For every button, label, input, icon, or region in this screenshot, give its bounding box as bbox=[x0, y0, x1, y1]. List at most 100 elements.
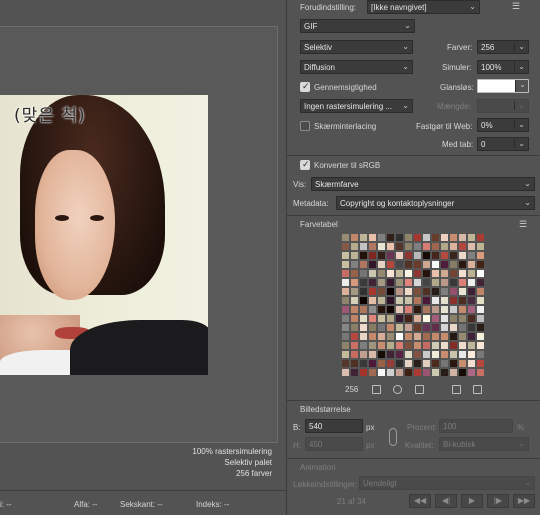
color-swatch[interactable] bbox=[458, 287, 467, 296]
color-swatch[interactable] bbox=[413, 323, 422, 332]
color-swatch[interactable] bbox=[368, 341, 377, 350]
color-swatch[interactable] bbox=[440, 287, 449, 296]
color-swatch[interactable] bbox=[368, 233, 377, 242]
color-swatch[interactable] bbox=[404, 323, 413, 332]
view-dropdown[interactable]: Skærmfarve ⌄ bbox=[311, 177, 535, 191]
width-input[interactable]: 540 bbox=[305, 419, 363, 433]
color-swatch[interactable] bbox=[449, 278, 458, 287]
color-swatch[interactable] bbox=[350, 260, 359, 269]
srgb-checkbox[interactable] bbox=[300, 159, 310, 170]
color-swatch[interactable] bbox=[395, 251, 404, 260]
color-swatch[interactable] bbox=[458, 341, 467, 350]
color-swatch[interactable] bbox=[341, 332, 350, 341]
color-swatch[interactable] bbox=[368, 350, 377, 359]
color-swatch[interactable] bbox=[386, 296, 395, 305]
color-swatch[interactable] bbox=[422, 332, 431, 341]
color-swatch[interactable] bbox=[458, 233, 467, 242]
color-swatch[interactable] bbox=[476, 359, 485, 368]
percent-input[interactable]: 100 bbox=[439, 419, 513, 433]
color-swatch[interactable] bbox=[377, 233, 386, 242]
color-swatch[interactable] bbox=[458, 260, 467, 269]
color-swatch[interactable] bbox=[350, 323, 359, 332]
color-swatch[interactable] bbox=[458, 278, 467, 287]
color-swatch[interactable] bbox=[467, 251, 476, 260]
play-button[interactable]: ▶ bbox=[461, 494, 483, 508]
color-swatch[interactable] bbox=[422, 296, 431, 305]
color-swatch[interactable] bbox=[476, 296, 485, 305]
color-swatch[interactable] bbox=[350, 242, 359, 251]
color-swatch[interactable] bbox=[386, 287, 395, 296]
color-swatch[interactable] bbox=[467, 332, 476, 341]
color-swatch[interactable] bbox=[440, 332, 449, 341]
transparency-checkbox[interactable] bbox=[300, 81, 310, 92]
color-swatch[interactable] bbox=[341, 242, 350, 251]
color-swatch[interactable] bbox=[413, 269, 422, 278]
color-swatch[interactable] bbox=[413, 233, 422, 242]
color-swatch[interactable] bbox=[440, 278, 449, 287]
color-swatch[interactable] bbox=[404, 314, 413, 323]
color-swatch[interactable] bbox=[476, 323, 485, 332]
color-swatch[interactable] bbox=[395, 323, 404, 332]
color-swatch[interactable] bbox=[341, 233, 350, 242]
color-swatch[interactable] bbox=[476, 242, 485, 251]
color-swatch[interactable] bbox=[431, 296, 440, 305]
color-swatch[interactable] bbox=[449, 287, 458, 296]
color-swatch[interactable] bbox=[377, 332, 386, 341]
color-swatch[interactable] bbox=[467, 296, 476, 305]
color-swatch[interactable] bbox=[422, 341, 431, 350]
color-swatch[interactable] bbox=[449, 305, 458, 314]
color-swatch[interactable] bbox=[386, 260, 395, 269]
color-swatch[interactable] bbox=[350, 341, 359, 350]
color-swatch[interactable] bbox=[422, 260, 431, 269]
color-swatch[interactable] bbox=[359, 278, 368, 287]
color-swatch[interactable] bbox=[467, 278, 476, 287]
color-swatch[interactable] bbox=[413, 242, 422, 251]
color-swatch[interactable] bbox=[395, 359, 404, 368]
new-color-icon[interactable] bbox=[452, 385, 461, 394]
color-swatch[interactable] bbox=[467, 314, 476, 323]
map-color-icon[interactable] bbox=[372, 385, 381, 394]
color-swatch[interactable] bbox=[341, 368, 350, 377]
color-swatch[interactable] bbox=[359, 341, 368, 350]
color-swatch[interactable] bbox=[431, 305, 440, 314]
color-swatch[interactable] bbox=[368, 287, 377, 296]
color-swatch[interactable] bbox=[359, 368, 368, 377]
color-swatch[interactable] bbox=[422, 278, 431, 287]
color-swatch[interactable] bbox=[431, 251, 440, 260]
color-swatch[interactable] bbox=[395, 341, 404, 350]
color-swatch[interactable] bbox=[359, 359, 368, 368]
color-swatch[interactable] bbox=[377, 368, 386, 377]
color-swatch[interactable] bbox=[386, 278, 395, 287]
color-swatch[interactable] bbox=[413, 296, 422, 305]
color-swatch[interactable] bbox=[395, 332, 404, 341]
color-swatch[interactable] bbox=[449, 341, 458, 350]
color-swatch[interactable] bbox=[467, 350, 476, 359]
color-swatch[interactable] bbox=[467, 269, 476, 278]
color-swatch[interactable] bbox=[386, 251, 395, 260]
color-swatch[interactable] bbox=[449, 350, 458, 359]
color-swatch[interactable] bbox=[440, 359, 449, 368]
color-swatch[interactable] bbox=[359, 233, 368, 242]
color-swatch[interactable] bbox=[476, 269, 485, 278]
color-swatch[interactable] bbox=[422, 359, 431, 368]
color-swatch[interactable] bbox=[476, 350, 485, 359]
web-shift-icon[interactable] bbox=[393, 385, 402, 394]
color-swatch[interactable] bbox=[404, 341, 413, 350]
preview-image[interactable]: (맞은 척) bbox=[0, 95, 208, 375]
color-swatch[interactable] bbox=[458, 296, 467, 305]
color-swatch[interactable] bbox=[386, 242, 395, 251]
color-swatch[interactable] bbox=[440, 233, 449, 242]
color-swatch[interactable] bbox=[422, 350, 431, 359]
color-swatch[interactable] bbox=[449, 323, 458, 332]
color-swatch[interactable] bbox=[350, 314, 359, 323]
color-swatch[interactable] bbox=[377, 278, 386, 287]
preset-dropdown[interactable]: [Ikke navngivet] ⌄ bbox=[367, 0, 480, 14]
color-swatch[interactable] bbox=[404, 278, 413, 287]
color-swatch[interactable] bbox=[368, 269, 377, 278]
color-swatch[interactable] bbox=[458, 332, 467, 341]
color-swatch[interactable] bbox=[404, 233, 413, 242]
prev-frame-button[interactable]: ◀| bbox=[435, 494, 457, 508]
color-swatch[interactable] bbox=[449, 359, 458, 368]
color-swatch[interactable] bbox=[458, 305, 467, 314]
color-swatch[interactable] bbox=[395, 350, 404, 359]
